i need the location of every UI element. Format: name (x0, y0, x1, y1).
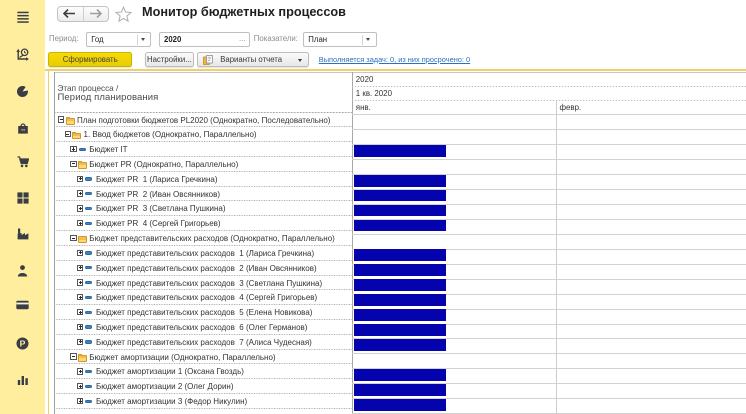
svg-text:Р: Р (20, 338, 26, 348)
